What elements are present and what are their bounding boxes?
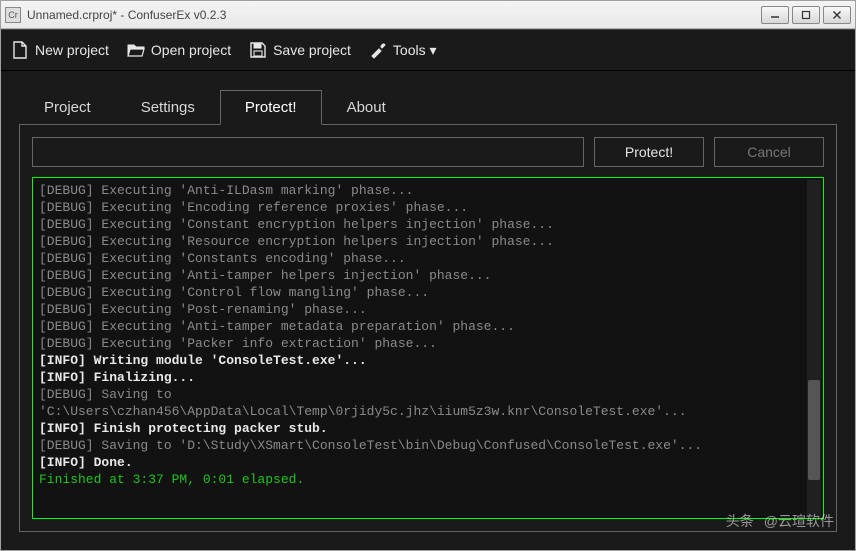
log-line: [INFO] Finalizing... xyxy=(39,369,817,386)
open-project-label: Open project xyxy=(151,42,231,58)
maximize-button[interactable] xyxy=(792,6,820,24)
log-line: [INFO] Writing module 'ConsoleTest.exe'.… xyxy=(39,352,817,369)
log-output: [DEBUG] Executing 'Anti-ILDasm marking' … xyxy=(32,177,824,519)
log-line: [DEBUG] Executing 'Anti-tamper metadata … xyxy=(39,318,817,335)
log-line: Finished at 3:37 PM, 0:01 elapsed. xyxy=(39,471,817,488)
tab-project[interactable]: Project xyxy=(19,90,116,124)
save-project-label: Save project xyxy=(273,42,351,58)
log-line: [DEBUG] Executing 'Anti-tamper helpers i… xyxy=(39,267,817,284)
minimize-button[interactable] xyxy=(761,6,789,24)
tools-label: Tools ▾ xyxy=(393,42,437,59)
document-icon xyxy=(11,41,29,59)
tools-icon xyxy=(369,41,387,59)
window-controls xyxy=(761,6,851,24)
log-line: [DEBUG] Saving to 'C:\Users\czhan456\App… xyxy=(39,386,817,420)
log-line: [DEBUG] Executing 'Resource encryption h… xyxy=(39,233,817,250)
app-window: Cr Unnamed.crproj* - ConfuserEx v0.2.3 N… xyxy=(0,0,856,551)
protect-button[interactable]: Protect! xyxy=(594,137,704,167)
log-line: [INFO] Finish protecting packer stub. xyxy=(39,420,817,437)
log-content: [DEBUG] Executing 'Anti-ILDasm marking' … xyxy=(33,178,823,492)
protect-panel: Protect! Cancel [DEBUG] Executing 'Anti-… xyxy=(19,124,837,532)
progress-bar xyxy=(32,137,584,167)
window-title: Unnamed.crproj* - ConfuserEx v0.2.3 xyxy=(27,8,761,22)
log-line: [DEBUG] Executing 'Packer info extractio… xyxy=(39,335,817,352)
tabs: Project Settings Protect! About xyxy=(1,71,855,124)
new-project-button[interactable]: New project xyxy=(11,41,109,59)
log-line: [DEBUG] Executing 'Anti-ILDasm marking' … xyxy=(39,182,817,199)
action-row: Protect! Cancel xyxy=(32,137,824,167)
tab-protect[interactable]: Protect! xyxy=(220,90,322,125)
cancel-button[interactable]: Cancel xyxy=(714,137,824,167)
scrollbar[interactable] xyxy=(807,180,821,516)
log-line: [DEBUG] Executing 'Encoding reference pr… xyxy=(39,199,817,216)
titlebar: Cr Unnamed.crproj* - ConfuserEx v0.2.3 xyxy=(1,1,855,29)
close-button[interactable] xyxy=(823,6,851,24)
new-project-label: New project xyxy=(35,42,109,58)
scroll-thumb[interactable] xyxy=(808,380,820,480)
folder-open-icon xyxy=(127,41,145,59)
log-line: [DEBUG] Executing 'Constant encryption h… xyxy=(39,216,817,233)
log-line: [INFO] Done. xyxy=(39,454,817,471)
tab-about[interactable]: About xyxy=(322,90,411,124)
log-line: [DEBUG] Executing 'Constants encoding' p… xyxy=(39,250,817,267)
log-line: [DEBUG] Executing 'Post-renaming' phase.… xyxy=(39,301,817,318)
open-project-button[interactable]: Open project xyxy=(127,41,231,59)
app-icon: Cr xyxy=(5,7,21,23)
save-project-button[interactable]: Save project xyxy=(249,41,351,59)
toolbar: New project Open project Save project To… xyxy=(1,29,855,71)
tools-button[interactable]: Tools ▾ xyxy=(369,41,437,59)
log-line: [DEBUG] Saving to 'D:\Study\XSmart\Conso… xyxy=(39,437,817,454)
save-icon xyxy=(249,41,267,59)
tab-settings[interactable]: Settings xyxy=(116,90,220,124)
log-line: [DEBUG] Executing 'Control flow mangling… xyxy=(39,284,817,301)
